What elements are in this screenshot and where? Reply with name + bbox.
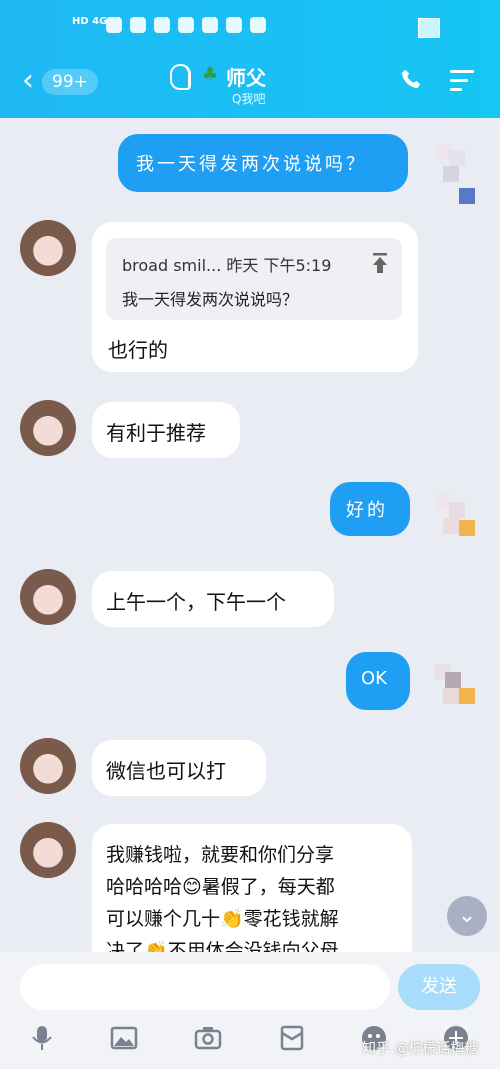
my-avatar[interactable] <box>435 488 485 558</box>
message-bubble-incoming[interactable]: 微信也可以打 <box>92 740 266 796</box>
message-text: OK <box>361 668 387 689</box>
my-avatar[interactable] <box>435 658 485 728</box>
message-text: 上午一个，下午一个 <box>106 590 286 614</box>
app-icon <box>250 17 266 33</box>
quote-text: 我一天得发两次说说吗？ <box>122 290 299 309</box>
clover-icon: ♣ <box>202 64 219 85</box>
network-indicator: HD 4G <box>72 16 108 27</box>
chat-subtitle: Q我吧 <box>232 92 266 106</box>
wifi-icon <box>130 17 146 33</box>
contact-avatar[interactable] <box>20 400 76 456</box>
quote-meta: broad smil... 昨天 下午5:19 <box>122 256 332 275</box>
status-bar: HD 4G <box>0 0 500 48</box>
message-line: 可以赚个几十👏零花钱就解 <box>106 908 339 930</box>
contact-avatar[interactable] <box>20 822 76 878</box>
message-text: 微信也可以打 <box>106 759 226 783</box>
ear-icon[interactable] <box>170 64 191 90</box>
app-icon <box>178 17 194 33</box>
message-text: 好的 <box>346 500 388 521</box>
message-line: 我赚钱啦，就要和你们分享 <box>106 844 335 866</box>
back-icon[interactable]: ‹ <box>22 66 42 96</box>
message-bubble-outgoing[interactable]: 好的 <box>330 482 410 536</box>
scroll-down-button[interactable]: ⌄ <box>447 896 487 936</box>
message-bubble-incoming[interactable]: 上午一个，下午一个 <box>92 571 334 627</box>
watermark: 知乎 @柠檬话梅糖 <box>362 1041 479 1057</box>
message-text: 有利于推荐 <box>106 421 206 445</box>
contact-avatar[interactable] <box>20 738 76 794</box>
cloud-icon <box>202 17 218 33</box>
image-icon[interactable] <box>110 1024 138 1052</box>
message-text: 也行的 <box>108 338 168 362</box>
red-packet-icon[interactable] <box>278 1024 306 1052</box>
message-bubble-outgoing[interactable]: 我一天得发两次说说吗？ <box>118 134 408 192</box>
status-icons <box>106 17 266 33</box>
menu-icon[interactable] <box>450 70 474 92</box>
camera-icon[interactable] <box>194 1024 222 1052</box>
contact-avatar[interactable] <box>20 569 76 625</box>
battery-icon <box>418 18 440 38</box>
message-input[interactable] <box>20 964 390 1010</box>
quoted-message[interactable]: broad smil... 昨天 下午5:19 我一天得发两次说说吗？ <box>106 238 402 320</box>
signal-icon <box>106 17 122 33</box>
unread-badge[interactable]: 99+ <box>42 69 98 95</box>
phone-icon[interactable] <box>400 68 422 90</box>
message-bubble-incoming[interactable]: broad smil... 昨天 下午5:19 我一天得发两次说说吗？ 也行的 <box>92 222 418 372</box>
app-icon <box>226 17 242 33</box>
microphone-icon[interactable] <box>28 1024 56 1052</box>
message-bubble-incoming[interactable]: 有利于推荐 <box>92 402 240 458</box>
my-avatar[interactable] <box>435 140 485 210</box>
chat-header: ‹ 99+ ♣ 师父 Q我吧 <box>0 48 500 118</box>
app-icon <box>154 17 170 33</box>
jump-to-quote-icon[interactable] <box>372 252 388 274</box>
message-bubble-outgoing[interactable]: OK <box>346 652 410 710</box>
contact-avatar[interactable] <box>20 220 76 276</box>
message-text: 我一天得发两次说说吗？ <box>136 154 367 175</box>
send-button[interactable]: 发送 <box>398 964 480 1010</box>
message-line: 哈哈哈哈😊暑假了，每天都 <box>106 876 335 898</box>
chat-title[interactable]: 师父 <box>226 62 266 91</box>
